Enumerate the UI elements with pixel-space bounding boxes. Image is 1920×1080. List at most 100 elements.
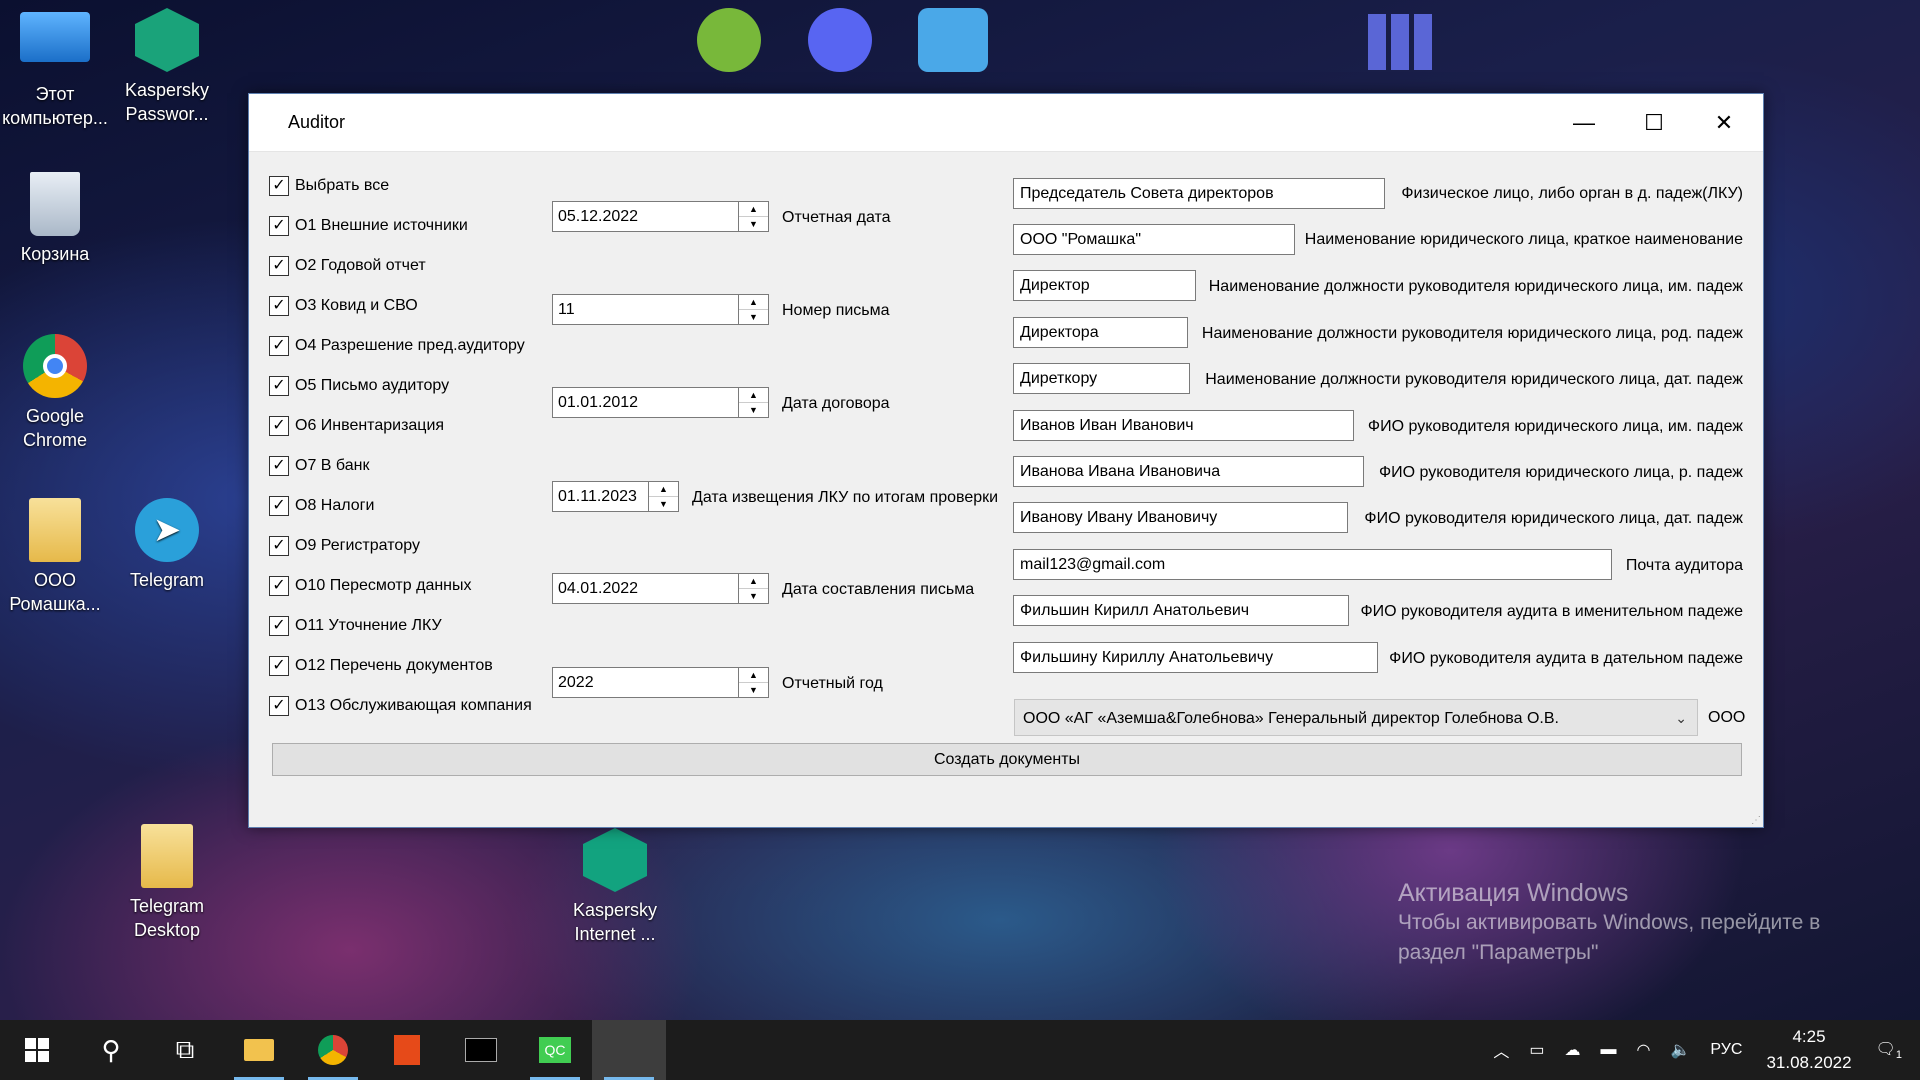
contract-date-input[interactable]: 01.01.2012 [552, 387, 739, 418]
checkbox-o4[interactable]: ✓ О4 Разрешение пред.аудитору [269, 333, 525, 359]
desktop-icon-kaspersky-password[interactable]: Kaspersky Passwor... [112, 8, 222, 126]
checkbox-box[interactable]: ✓ [269, 376, 289, 396]
company-short-name-input[interactable]: ООО "Ромашка" [1013, 224, 1295, 255]
cloud-icon[interactable]: ☁ [1565, 1040, 1581, 1060]
checkbox-box[interactable]: ✓ [269, 296, 289, 316]
search-button[interactable]: ⚲ [74, 1020, 148, 1080]
create-documents-button[interactable]: Создать документы [272, 743, 1742, 776]
lku-person-input[interactable]: Председатель Совета директоров [1013, 178, 1385, 209]
minimize-button[interactable]: — [1549, 94, 1619, 152]
checkbox-o5[interactable]: ✓ О5 Письмо аудитору [269, 373, 449, 399]
audit-head-dat-input[interactable]: Фильшину Кириллу Анатольевичу [1013, 642, 1378, 673]
desktop-icon-recycle-bin[interactable]: Корзина [0, 172, 110, 266]
notification-icon[interactable]: 🗨1 [1876, 1039, 1902, 1061]
spinner-arrows[interactable]: ▲ ▼ [739, 573, 769, 604]
window-titlebar[interactable]: Auditor — ☐ ✕ [249, 94, 1763, 152]
report-date-spinner[interactable]: 05.12.2022 ▲ ▼ [552, 201, 769, 232]
checkbox-box[interactable]: ✓ [269, 176, 289, 196]
battery-icon[interactable]: ▬ [1601, 1041, 1617, 1059]
spinner-arrows[interactable]: ▲ ▼ [739, 294, 769, 325]
desktop-icon-chrome[interactable]: Google Chrome [0, 334, 110, 452]
spinner-arrows[interactable]: ▲ ▼ [739, 387, 769, 418]
wifi-icon[interactable]: ◠ [1637, 1040, 1651, 1060]
checkbox-box[interactable]: ✓ [269, 576, 289, 596]
movavi-icon[interactable] [918, 8, 988, 72]
letter-number-input[interactable]: 11 [552, 294, 739, 325]
head-position-nom-input[interactable]: Директор [1013, 270, 1196, 301]
head-position-gen-input[interactable]: Директора [1013, 317, 1188, 348]
checkbox-o9[interactable]: ✓ О9 Регистратору [269, 533, 420, 559]
taskbar-auditor[interactable] [592, 1020, 666, 1080]
chevron-down-icon[interactable]: ⌄ [1675, 700, 1687, 737]
auditor-email-input[interactable]: mail123@gmail.com [1013, 549, 1612, 580]
taskbar-chrome[interactable] [296, 1020, 370, 1080]
checkbox-box[interactable]: ✓ [269, 536, 289, 556]
checkbox-o7[interactable]: ✓ О7 В банк [269, 453, 369, 479]
spin-up-icon[interactable]: ▲ [739, 388, 768, 403]
maximize-button[interactable]: ☐ [1619, 94, 1689, 152]
taskbar-terminal[interactable] [444, 1020, 518, 1080]
spin-up-icon[interactable]: ▲ [649, 482, 678, 497]
chevron-up-icon[interactable]: ︿ [1493, 1038, 1509, 1062]
start-button[interactable] [0, 1020, 74, 1080]
checkbox-o12[interactable]: ✓ О12 Перечень документов [269, 653, 493, 679]
notice-date-spinner[interactable]: 01.11.2023 ▲ ▼ [552, 481, 679, 512]
checkbox-box[interactable]: ✓ [269, 336, 289, 356]
checkbox-o10[interactable]: ✓ О10 Пересмотр данных [269, 573, 472, 599]
language-indicator[interactable]: РУС [1710, 1041, 1742, 1059]
utorrent-icon[interactable] [697, 8, 761, 72]
head-name-dat-input[interactable]: Иванову Ивану Ивановичу [1013, 502, 1348, 533]
spin-up-icon[interactable]: ▲ [739, 574, 768, 589]
head-name-gen-input[interactable]: Иванова Ивана Ивановича [1013, 456, 1364, 487]
desktop-icon-kaspersky-internet[interactable]: Kaspersky Internet ... [560, 828, 670, 946]
spin-up-icon[interactable]: ▲ [739, 202, 768, 217]
meet-icon[interactable]: ▭ [1529, 1040, 1544, 1060]
checkbox-o1[interactable]: ✓ О1 Внешние источники [269, 213, 468, 239]
letter-date-spinner[interactable]: 04.01.2022 ▲ ▼ [552, 573, 769, 604]
checkbox-o13[interactable]: ✓ О13 Обслуживающая компания [269, 693, 532, 719]
spin-up-icon[interactable]: ▲ [739, 668, 768, 683]
checkbox-box[interactable]: ✓ [269, 696, 289, 716]
desktop-icon-folder-romashka[interactable]: ООО Ромашка... [0, 498, 110, 616]
close-button[interactable]: ✕ [1689, 94, 1759, 152]
head-name-nom-input[interactable]: Иванов Иван Иванович [1013, 410, 1354, 441]
desktop-icon-telegram-desktop[interactable]: Telegram Desktop [112, 824, 222, 942]
desktop-icon-telegram[interactable]: ➤ Telegram [112, 498, 222, 592]
desktop-icon-computer[interactable]: Этот компьютер... [0, 12, 110, 130]
checkbox-box[interactable]: ✓ [269, 216, 289, 236]
checkbox-o6[interactable]: ✓ О6 Инвентаризация [269, 413, 444, 439]
resize-grip-icon[interactable]: ⋰ [1751, 815, 1761, 826]
checkbox-box[interactable]: ✓ [269, 656, 289, 676]
contract-date-spinner[interactable]: 01.01.2012 ▲ ▼ [552, 387, 769, 418]
notice-date-input[interactable]: 01.11.2023 [552, 481, 649, 512]
checkbox-box[interactable]: ✓ [269, 496, 289, 516]
checkbox-box[interactable]: ✓ [269, 616, 289, 636]
checkbox-box[interactable]: ✓ [269, 456, 289, 476]
letter-number-spinner[interactable]: 11 ▲ ▼ [552, 294, 769, 325]
report-year-input[interactable]: 2022 [552, 667, 739, 698]
spinner-arrows[interactable]: ▲ ▼ [739, 667, 769, 698]
checkbox-o8[interactable]: ✓ О8 Налоги [269, 493, 374, 519]
taskbar-office[interactable] [370, 1020, 444, 1080]
head-position-dat-input[interactable]: Диреткору [1013, 363, 1190, 394]
checkbox-select-all[interactable]: ✓ Выбрать все [269, 173, 389, 199]
checkbox-o3[interactable]: ✓ О3 Ковид и СВО [269, 293, 418, 319]
tiled-icon[interactable] [1368, 14, 1432, 70]
report-date-input[interactable]: 05.12.2022 [552, 201, 739, 232]
spin-down-icon[interactable]: ▼ [739, 683, 768, 697]
checkbox-o11[interactable]: ✓ О11 Уточнение ЛКУ [269, 613, 442, 639]
task-view-button[interactable]: ⧉ [148, 1020, 222, 1080]
taskbar-explorer[interactable] [222, 1020, 296, 1080]
report-year-spinner[interactable]: 2022 ▲ ▼ [552, 667, 769, 698]
service-company-select[interactable]: ООО «АГ «Аземша&Голебнова» Генеральный д… [1014, 699, 1698, 736]
clock[interactable]: 4:25 31.08.2022 [1766, 1024, 1851, 1076]
checkbox-o2[interactable]: ✓ О2 Годовой отчет [269, 253, 426, 279]
spinner-arrows[interactable]: ▲ ▼ [739, 201, 769, 232]
checkbox-box[interactable]: ✓ [269, 416, 289, 436]
volume-icon[interactable]: 🔈 [1671, 1040, 1691, 1060]
letter-date-input[interactable]: 04.01.2022 [552, 573, 739, 604]
discord-icon[interactable] [808, 8, 872, 72]
checkbox-box[interactable]: ✓ [269, 256, 289, 276]
spinner-arrows[interactable]: ▲ ▼ [649, 481, 679, 512]
spin-up-icon[interactable]: ▲ [739, 295, 768, 310]
